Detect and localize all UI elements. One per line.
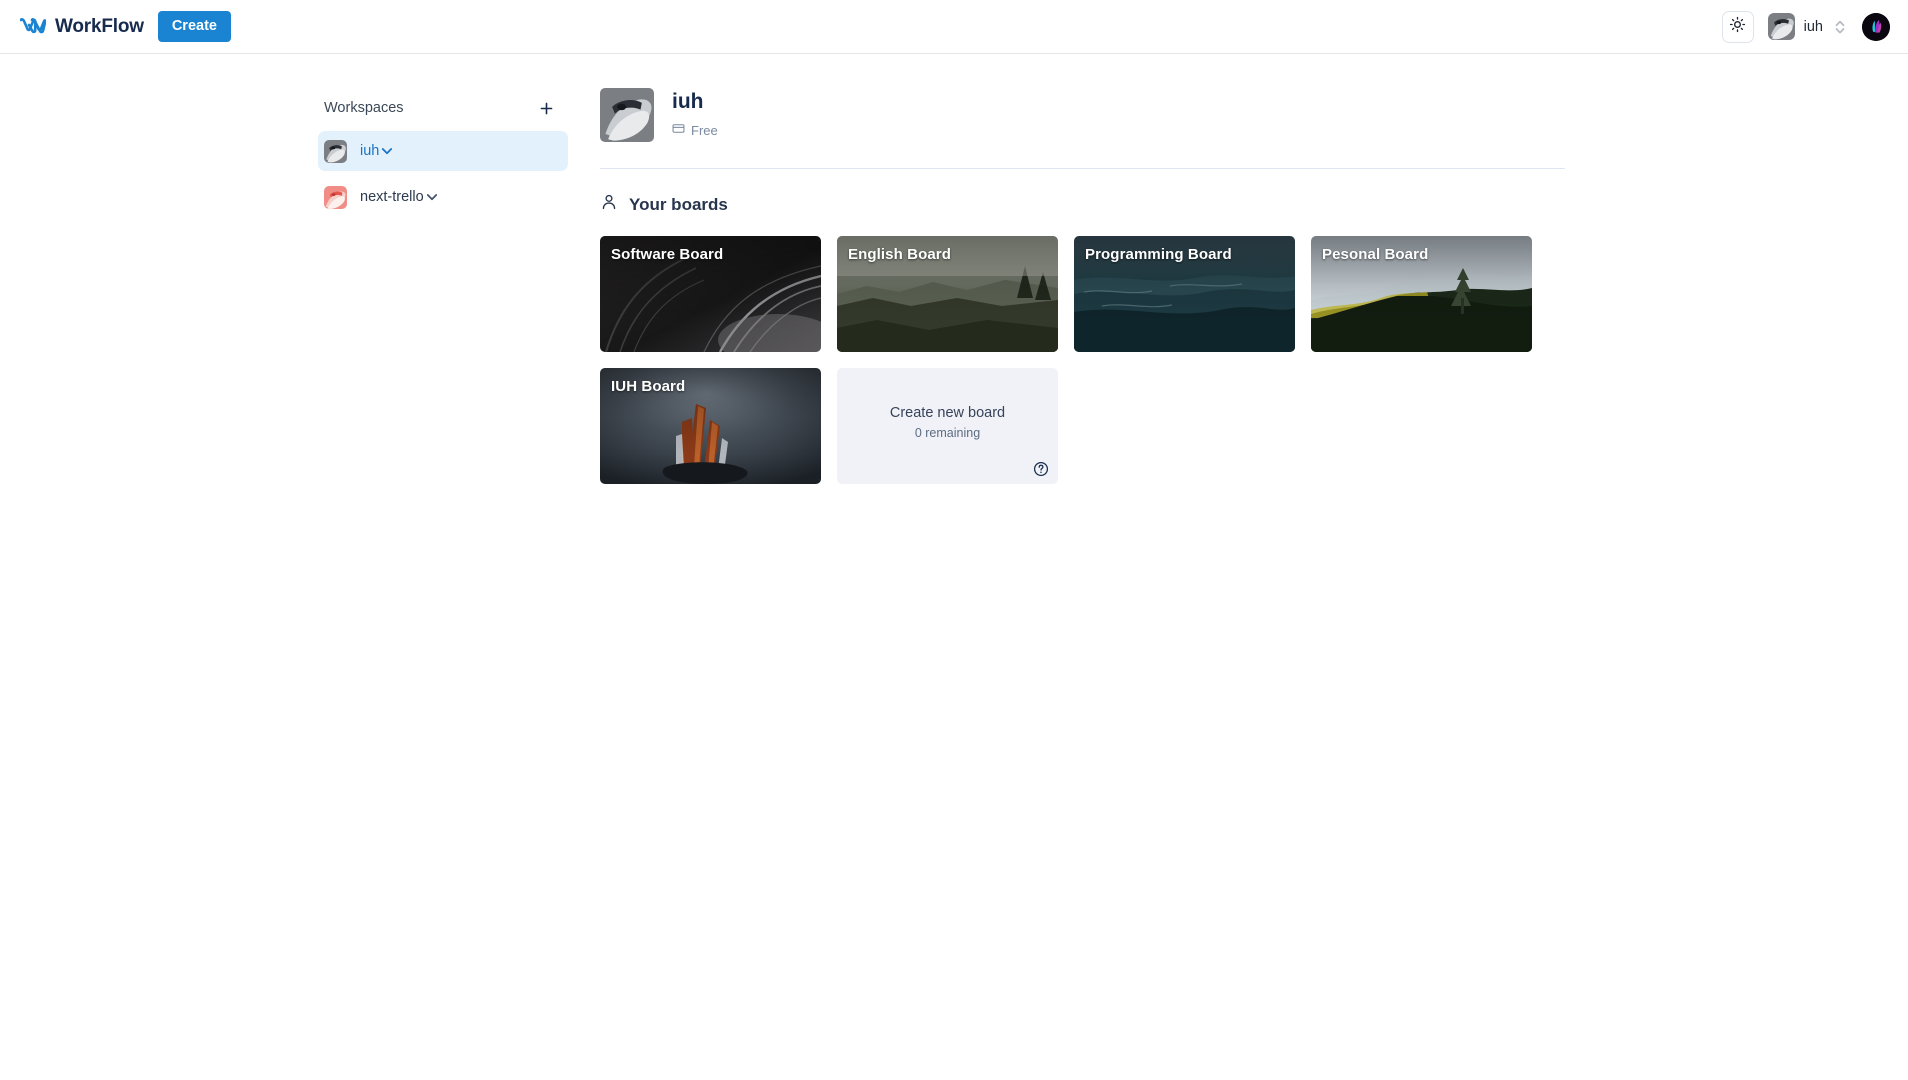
top-navbar: WorkFlow Create iuh (0, 0, 1908, 54)
main-inner: iuh Free Your boards Software Board Engl… (600, 88, 1565, 484)
chevron-down-icon[interactable] (424, 189, 440, 205)
workspace-title: iuh (672, 90, 704, 114)
user-avatar[interactable] (1862, 12, 1890, 41)
board-card-english-board[interactable]: English Board (837, 236, 1058, 352)
chevron-down-icon[interactable] (379, 143, 395, 159)
sidebar-inner: Workspaces iuh next-trello (318, 94, 568, 484)
sidebar-item-iuh[interactable]: iuh (318, 131, 568, 171)
your-boards-title: Your boards (629, 194, 728, 214)
board-title: Pesonal Board (1322, 246, 1429, 263)
board-card-programming-board[interactable]: Programming Board (1074, 236, 1295, 352)
sidebar-item-label: next-trello (360, 189, 424, 205)
board-title: Software Board (611, 246, 724, 263)
question-circle-icon[interactable] (1033, 461, 1049, 477)
sidebar: Workspaces iuh next-trello (0, 54, 600, 484)
board-card-iuh-board[interactable]: IUH Board (600, 368, 821, 484)
workspace-avatar-next-trello (324, 185, 347, 209)
board-title: IUH Board (611, 378, 686, 395)
sun-icon (1729, 16, 1746, 38)
create-button[interactable]: Create (157, 11, 231, 42)
your-boards-header: Your boards (600, 193, 1565, 216)
workspace-switcher-avatar (1767, 13, 1795, 40)
workspaces-header: Workspaces (318, 94, 568, 122)
page-body: Workspaces iuh next-trello iuh Free Your… (0, 54, 1908, 484)
create-new-board-card[interactable]: Create new board 0 remaining (837, 368, 1058, 484)
board-title: Programming Board (1085, 246, 1232, 263)
workspace-switcher[interactable]: iuh (1767, 13, 1848, 40)
main-content: iuh Free Your boards Software Board Engl… (600, 54, 1908, 484)
brand-home-link[interactable]: WorkFlow (20, 16, 144, 38)
workspace-header-avatar (600, 88, 654, 142)
credit-card-icon (672, 122, 685, 140)
navbar-right-group: iuh (1721, 10, 1890, 43)
navbar-left-group: WorkFlow Create (20, 11, 231, 42)
sidebar-item-next-trello[interactable]: next-trello (318, 177, 568, 217)
workspace-plan-label: Free (691, 123, 718, 139)
workspace-switcher-name: iuh (1803, 18, 1823, 35)
sidebar-item-label: iuh (360, 143, 380, 159)
board-card-pesonal-board[interactable]: Pesonal Board (1311, 236, 1532, 352)
board-grid: Software Board English Board Programming… (600, 236, 1548, 484)
person-icon (600, 193, 618, 216)
brand-name: WorkFlow (55, 15, 144, 37)
workspace-plan-badge: Free (672, 122, 718, 140)
theme-toggle-button[interactable] (1721, 10, 1754, 43)
create-new-board-remaining: 0 remaining (914, 425, 981, 440)
chevron-up-down-icon (1832, 17, 1848, 37)
workspaces-heading: Workspaces (324, 100, 404, 116)
workspace-avatar-iuh (324, 139, 347, 163)
board-card-software-board[interactable]: Software Board (600, 236, 821, 352)
create-new-board-title: Create new board (889, 404, 1006, 421)
workspace-header: iuh Free (600, 88, 1565, 169)
workflow-logo-icon (20, 17, 46, 37)
board-title: English Board (848, 246, 951, 263)
workspace-header-text: iuh Free (672, 90, 718, 139)
plus-icon[interactable] (536, 98, 556, 118)
